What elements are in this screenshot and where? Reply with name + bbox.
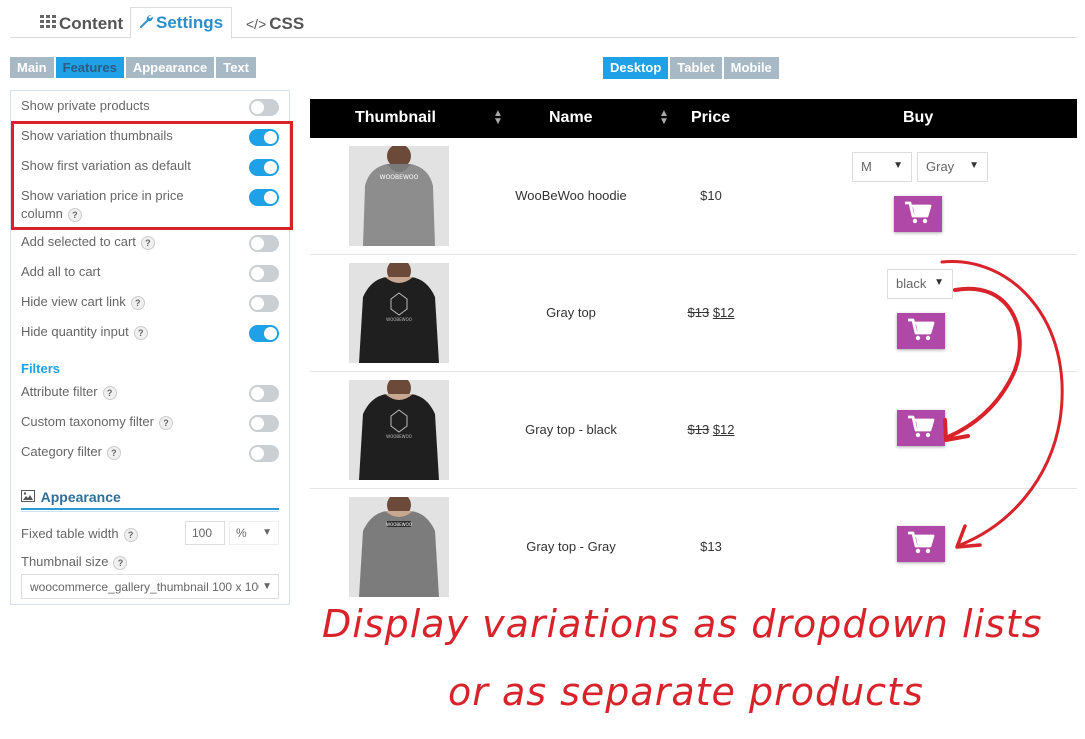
caption-line-1: Display variations as dropdown lists xyxy=(322,602,1043,646)
caption-line-2: or as separate products xyxy=(448,670,924,714)
